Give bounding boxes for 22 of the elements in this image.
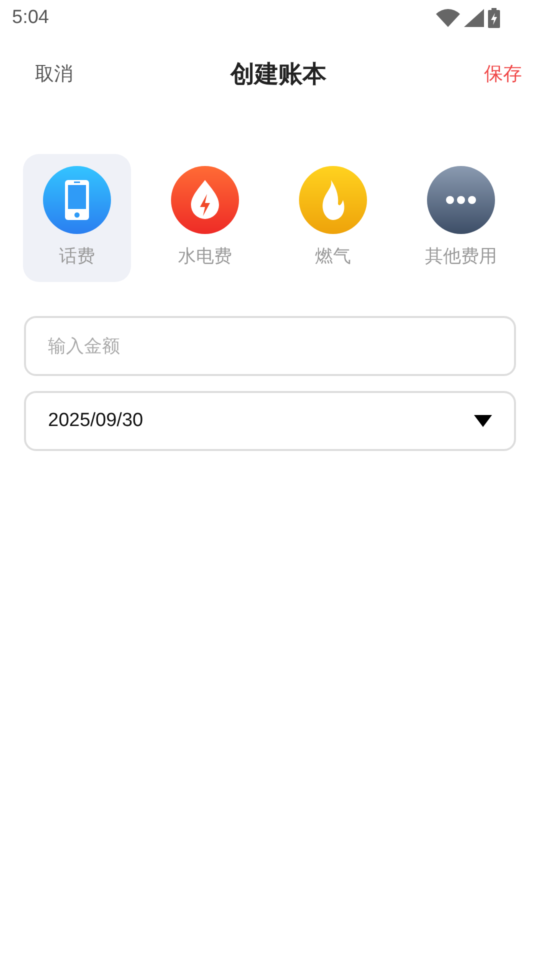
category-label: 燃气 — [315, 245, 351, 268]
water-drop-icon — [171, 166, 239, 234]
wifi-icon — [436, 9, 460, 27]
date-dropdown[interactable]: 2025/09/30 — [24, 391, 516, 451]
dropdown-caret-icon — [474, 415, 492, 427]
flame-icon — [299, 166, 367, 234]
signal-icon — [464, 9, 484, 27]
phone-icon — [43, 166, 111, 234]
category-item[interactable]: 话费 — [23, 154, 131, 282]
category-item[interactable]: 水电费 — [151, 154, 259, 282]
category-label: 话费 — [59, 245, 95, 268]
status-time: 5:04 — [12, 7, 49, 29]
cancel-button[interactable]: 取消 — [35, 61, 73, 87]
amount-field[interactable]: 输入金额 — [24, 316, 516, 376]
page-title: 创建账本 — [230, 59, 326, 90]
more-icon — [427, 166, 495, 234]
battery-icon — [488, 8, 500, 28]
category-label: 水电费 — [178, 245, 232, 268]
category-item[interactable]: 燃气 — [279, 154, 387, 282]
category-item[interactable]: 其他费用 — [407, 154, 515, 282]
save-button[interactable]: 保存 — [484, 61, 522, 87]
category-label: 其他费用 — [425, 245, 497, 268]
